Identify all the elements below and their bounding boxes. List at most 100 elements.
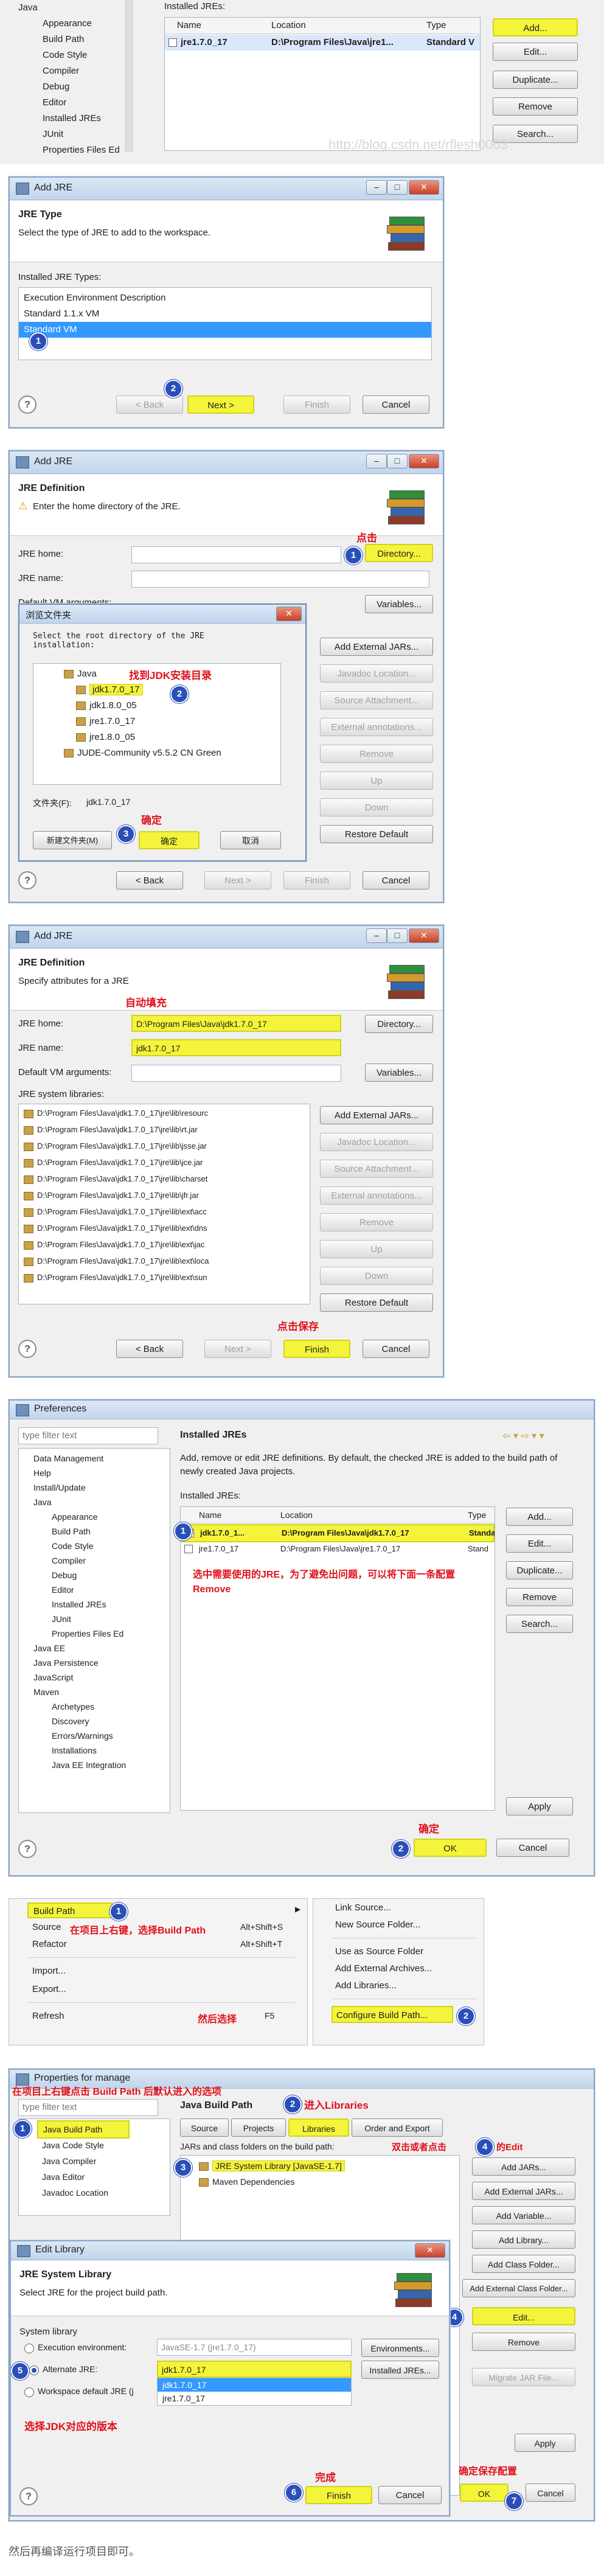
jre-home-input[interactable] — [131, 546, 341, 563]
jre-libs-list[interactable]: D:\Program Files\Java\jdk1.7.0_17\jre\li… — [18, 1104, 310, 1304]
tree-item[interactable]: JavaScript — [19, 1670, 126, 1685]
add-button[interactable]: Add... — [493, 18, 578, 37]
cancel-button[interactable]: Cancel — [363, 871, 429, 889]
up-button[interactable]: Up — [320, 1240, 433, 1258]
back-button[interactable]: < Back — [116, 395, 183, 414]
help-icon[interactable]: ? — [18, 395, 36, 414]
table-row[interactable]: jre1.7.0_17 D:\Program Files\Java\jre1.7… — [181, 1541, 495, 1557]
col-type[interactable]: Type — [426, 18, 446, 33]
folder-cancel-button[interactable]: 取消 — [220, 831, 281, 849]
cancel-button[interactable]: Cancel — [363, 1340, 429, 1358]
apply-button[interactable]: Apply — [506, 1797, 573, 1815]
pref-tree[interactable]: Data Management Help Install/Update Java… — [18, 1448, 170, 1813]
row-checkbox[interactable] — [168, 38, 177, 47]
table-row-selected[interactable]: ✓ jdk1.7.0_1... D:\Program Files\Java\jd… — [181, 1524, 495, 1542]
lib-row[interactable]: D:\Program Files\Java\jdk1.7.0_17\jre\li… — [19, 1204, 310, 1220]
jre-home-input[interactable]: D:\Program Files\Java\jdk1.7.0_17 — [131, 1015, 341, 1032]
back-button[interactable]: < Back — [116, 1340, 183, 1358]
tree-item[interactable]: Javadoc Location — [19, 2185, 170, 2201]
tree-item[interactable]: Errors/Warnings — [19, 1728, 126, 1743]
variables-button[interactable]: Variables... — [365, 595, 433, 613]
filter-input[interactable]: type filter text — [18, 2099, 158, 2116]
minimize-button[interactable]: – — [366, 454, 387, 468]
add-external-jars-button[interactable]: Add External JARs... — [320, 638, 433, 656]
tree-item-junit[interactable]: JUnit — [18, 127, 120, 142]
folder-item[interactable]: jre1.7.0_17 — [33, 714, 280, 729]
jre-types-list[interactable]: Execution Environment Description Standa… — [18, 287, 432, 360]
lib-row[interactable]: D:\Program Files\Java\jdk1.7.0_17\jre\li… — [19, 1270, 310, 1286]
col-location[interactable]: Location — [271, 18, 306, 33]
add-external-jars-button[interactable]: Add External JARs... — [472, 2182, 575, 2200]
tree-item-compiler[interactable]: Compiler — [18, 63, 120, 79]
add-external-class-folder-button[interactable]: Add External Class Folder... — [462, 2279, 575, 2297]
folder-item[interactable]: jdk1.8.0_05 — [33, 698, 280, 714]
maximize-button[interactable]: □ — [387, 928, 408, 943]
external-annotations-button[interactable]: External annotations... — [320, 718, 433, 736]
list-item[interactable]: Execution Environment Description — [19, 290, 431, 306]
tree-item[interactable]: Java EE Integration — [19, 1758, 126, 1772]
tree-item-appearance[interactable]: Appearance — [18, 16, 120, 32]
tree-item-java[interactable]: Java — [18, 0, 120, 16]
cancel-button[interactable]: Cancel — [526, 2484, 575, 2502]
tree-item[interactable]: Appearance — [19, 1509, 126, 1524]
list-item-standard-vm[interactable]: Standard VM — [19, 322, 431, 338]
cancel-button[interactable]: Cancel — [378, 2486, 442, 2504]
alternate-jre-select[interactable]: jdk1.7.0_17 — [157, 2361, 352, 2378]
add-class-folder-button[interactable]: Add Class Folder... — [472, 2255, 575, 2273]
remove-button[interactable]: Remove — [493, 97, 578, 116]
add-button[interactable]: Add... — [506, 1508, 573, 1526]
menu-item-build-path[interactable]: Build Path — [27, 1902, 113, 1918]
tree-scrollbar[interactable] — [125, 0, 133, 152]
dropdown-option[interactable]: jre1.7.0_17 — [158, 2392, 351, 2405]
table-row[interactable]: jre1.7.0_17 D:\Program Files\Java\jre1..… — [165, 35, 480, 50]
external-annotations-button[interactable]: External annotations... — [320, 1186, 433, 1205]
filter-input[interactable]: type filter text — [18, 1427, 158, 1444]
lib-row[interactable]: D:\Program Files\Java\jdk1.7.0_17\jre\li… — [19, 1138, 310, 1154]
lib-row[interactable]: D:\Program Files\Java\jdk1.7.0_17\jre\li… — [19, 1155, 310, 1171]
duplicate-button[interactable]: Duplicate... — [506, 1561, 573, 1579]
col-type[interactable]: Type — [468, 1507, 486, 1523]
help-icon[interactable]: ? — [18, 871, 36, 889]
tree-item[interactable]: JUnit — [19, 1612, 126, 1626]
submenu-item[interactable]: Use as Source Folder — [335, 1946, 423, 1957]
submenu-item[interactable]: Add External Archives... — [335, 1963, 432, 1974]
help-icon[interactable]: ? — [19, 2487, 38, 2505]
migrate-jar-button[interactable]: Migrate JAR File... — [472, 2368, 575, 2386]
default-vm-input[interactable] — [131, 1065, 341, 1082]
tree-item-editor[interactable]: Editor — [18, 95, 120, 111]
lib-row[interactable]: D:\Program Files\Java\jdk1.7.0_17\jre\li… — [19, 1220, 310, 1236]
tree-item-installed-jres[interactable]: Installed JREs — [18, 111, 120, 127]
lib-jre-system[interactable]: JRE System Library [JavaSE-1.7] — [181, 2158, 459, 2174]
close-button[interactable]: ✕ — [409, 454, 439, 468]
directory-button[interactable]: Directory... — [365, 544, 433, 562]
menu-item-import[interactable]: Import... — [32, 1966, 66, 1976]
tree-item[interactable]: Install/Update — [19, 1480, 126, 1495]
add-jars-button[interactable]: Add JARs... — [472, 2157, 575, 2176]
remove-button[interactable]: Remove — [472, 2333, 575, 2351]
alternate-jre-dropdown[interactable]: jdk1.7.0_17 jre1.7.0_17 — [157, 2378, 352, 2406]
next-button[interactable]: Next > — [187, 395, 254, 414]
folder-item[interactable]: jre1.8.0_05 — [33, 729, 280, 745]
tree-item[interactable]: Discovery — [19, 1714, 126, 1728]
edit-button[interactable]: Edit... — [506, 1534, 573, 1553]
edit-button[interactable]: Edit... — [472, 2307, 575, 2325]
tab-source[interactable]: Source — [180, 2118, 229, 2137]
tree-item[interactable]: Compiler — [19, 1553, 126, 1568]
col-name[interactable]: Name — [199, 1507, 221, 1523]
remove-button[interactable]: Remove — [506, 1588, 573, 1606]
workspace-default-radio[interactable] — [24, 2387, 34, 2397]
submenu-item[interactable]: Link Source... — [335, 1902, 391, 1913]
maximize-button[interactable]: □ — [387, 180, 408, 195]
apply-button[interactable]: Apply — [515, 2434, 575, 2452]
tree-item[interactable]: Maven — [19, 1685, 126, 1699]
cancel-button[interactable]: Cancel — [363, 395, 429, 414]
tree-item-build-path[interactable]: Build Path — [18, 32, 120, 47]
up-button[interactable]: Up — [320, 771, 433, 790]
jre-name-input[interactable] — [131, 571, 429, 588]
menu-item-source[interactable]: Source — [32, 1922, 61, 1932]
lib-row[interactable]: D:\Program Files\Java\jdk1.7.0_17\jre\li… — [19, 1253, 310, 1269]
search-button[interactable]: Search... — [506, 1615, 573, 1633]
finish-button[interactable]: Finish — [283, 395, 350, 414]
next-button[interactable]: Next > — [204, 1340, 271, 1358]
alternate-jre-radio[interactable] — [29, 2365, 39, 2375]
